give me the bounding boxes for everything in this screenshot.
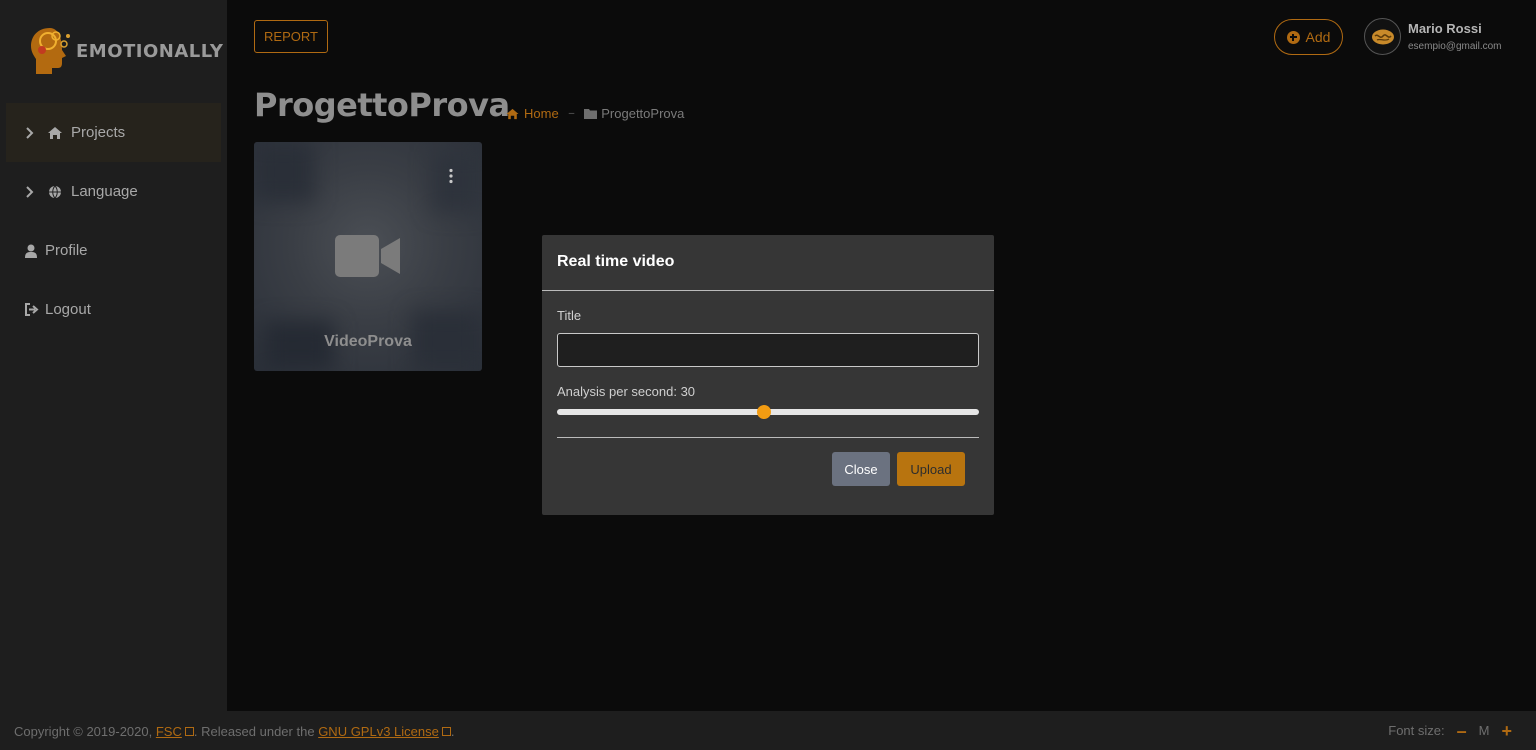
- user-name: Mario Rossi: [1408, 21, 1482, 36]
- sidebar-item-label: Profile: [45, 242, 88, 259]
- font-current: M: [1478, 723, 1490, 738]
- add-label: Add: [1305, 29, 1331, 45]
- brand-name: EMOTIONALLY: [76, 40, 224, 62]
- sidebar-item-language[interactable]: Language: [0, 162, 227, 221]
- sidebar-item-label: Language: [71, 183, 138, 200]
- user-icon: [23, 243, 39, 259]
- home-icon: [47, 125, 63, 141]
- sidebar-item-projects[interactable]: Projects: [6, 103, 221, 162]
- folder-icon: [584, 109, 598, 119]
- home-icon: [506, 108, 519, 119]
- released-text: . Released under the: [193, 724, 315, 739]
- upload-button[interactable]: Upload: [897, 452, 965, 486]
- breadcrumb-home-label: Home: [524, 106, 559, 121]
- footer-copyright: Copyright © 2019-2020, FSC . Released und…: [14, 724, 454, 739]
- title-field-label: Title: [557, 308, 582, 323]
- real-time-video-modal: Real time video Title Analysis per secon…: [542, 235, 994, 515]
- font-increase-button[interactable]: +: [1501, 722, 1512, 740]
- globe-icon: [47, 184, 63, 200]
- sidebar-item-label: Logout: [45, 301, 91, 318]
- license-link[interactable]: GNU GPLv3 License: [318, 724, 439, 739]
- modal-divider: [542, 290, 994, 291]
- more-vertical-icon[interactable]: [448, 168, 454, 184]
- sidebar-item-label: Projects: [71, 124, 126, 141]
- brain-avatar-icon: [1371, 29, 1394, 44]
- font-size-control: Font size: – M +: [1388, 722, 1512, 740]
- breadcrumb-home[interactable]: Home: [505, 106, 559, 121]
- logout-icon: [23, 302, 39, 318]
- sidebar-nav: Projects Language Profile Logout: [0, 103, 227, 339]
- title-input[interactable]: [557, 333, 979, 367]
- modal-divider: [557, 437, 979, 438]
- analysis-slider-thumb[interactable]: [756, 405, 771, 419]
- sidebar: EMOTIONALLY Projects Language Profile Lo…: [0, 0, 227, 711]
- page-title: ProgettoProva: [254, 86, 510, 124]
- font-size-label: Font size:: [1388, 723, 1445, 738]
- copyright-text: Copyright © 2019-2020,: [14, 724, 153, 739]
- avatar[interactable]: [1364, 18, 1401, 55]
- add-button[interactable]: Add: [1274, 19, 1343, 55]
- brain-head-logo-icon: [31, 28, 70, 74]
- report-button[interactable]: REPORT: [254, 20, 328, 53]
- breadcrumb-current: ProgettoProva: [584, 106, 684, 121]
- video-card[interactable]: VideoProva: [254, 142, 482, 371]
- card-title: VideoProva: [324, 333, 412, 350]
- video-camera-icon: [335, 235, 400, 277]
- external-link-icon: [184, 727, 194, 736]
- breadcrumb-current-label: ProgettoProva: [601, 106, 685, 121]
- plus-circle-icon: [1286, 30, 1300, 44]
- sidebar-item-logout[interactable]: Logout: [0, 280, 227, 339]
- chevron-right-icon: [26, 185, 34, 198]
- analysis-per-second-label: Analysis per second: 30: [557, 384, 696, 399]
- font-decrease-button[interactable]: –: [1457, 722, 1467, 740]
- chevron-right-icon: [26, 126, 34, 139]
- modal-title: Real time video: [557, 253, 675, 270]
- external-link-icon: [441, 727, 451, 736]
- brand[interactable]: EMOTIONALLY: [28, 26, 223, 76]
- breadcrumb-separator: –: [568, 108, 575, 119]
- user-email: esempio@gmail.com: [1408, 41, 1502, 52]
- close-button[interactable]: Close: [832, 452, 890, 486]
- sidebar-item-profile[interactable]: Profile: [0, 221, 227, 280]
- fsc-link[interactable]: FSC: [156, 724, 182, 739]
- breadcrumb: Home – ProgettoProva: [505, 106, 684, 121]
- footer: Copyright © 2019-2020, FSC . Released und…: [0, 711, 1536, 750]
- end-text: .: [450, 724, 455, 739]
